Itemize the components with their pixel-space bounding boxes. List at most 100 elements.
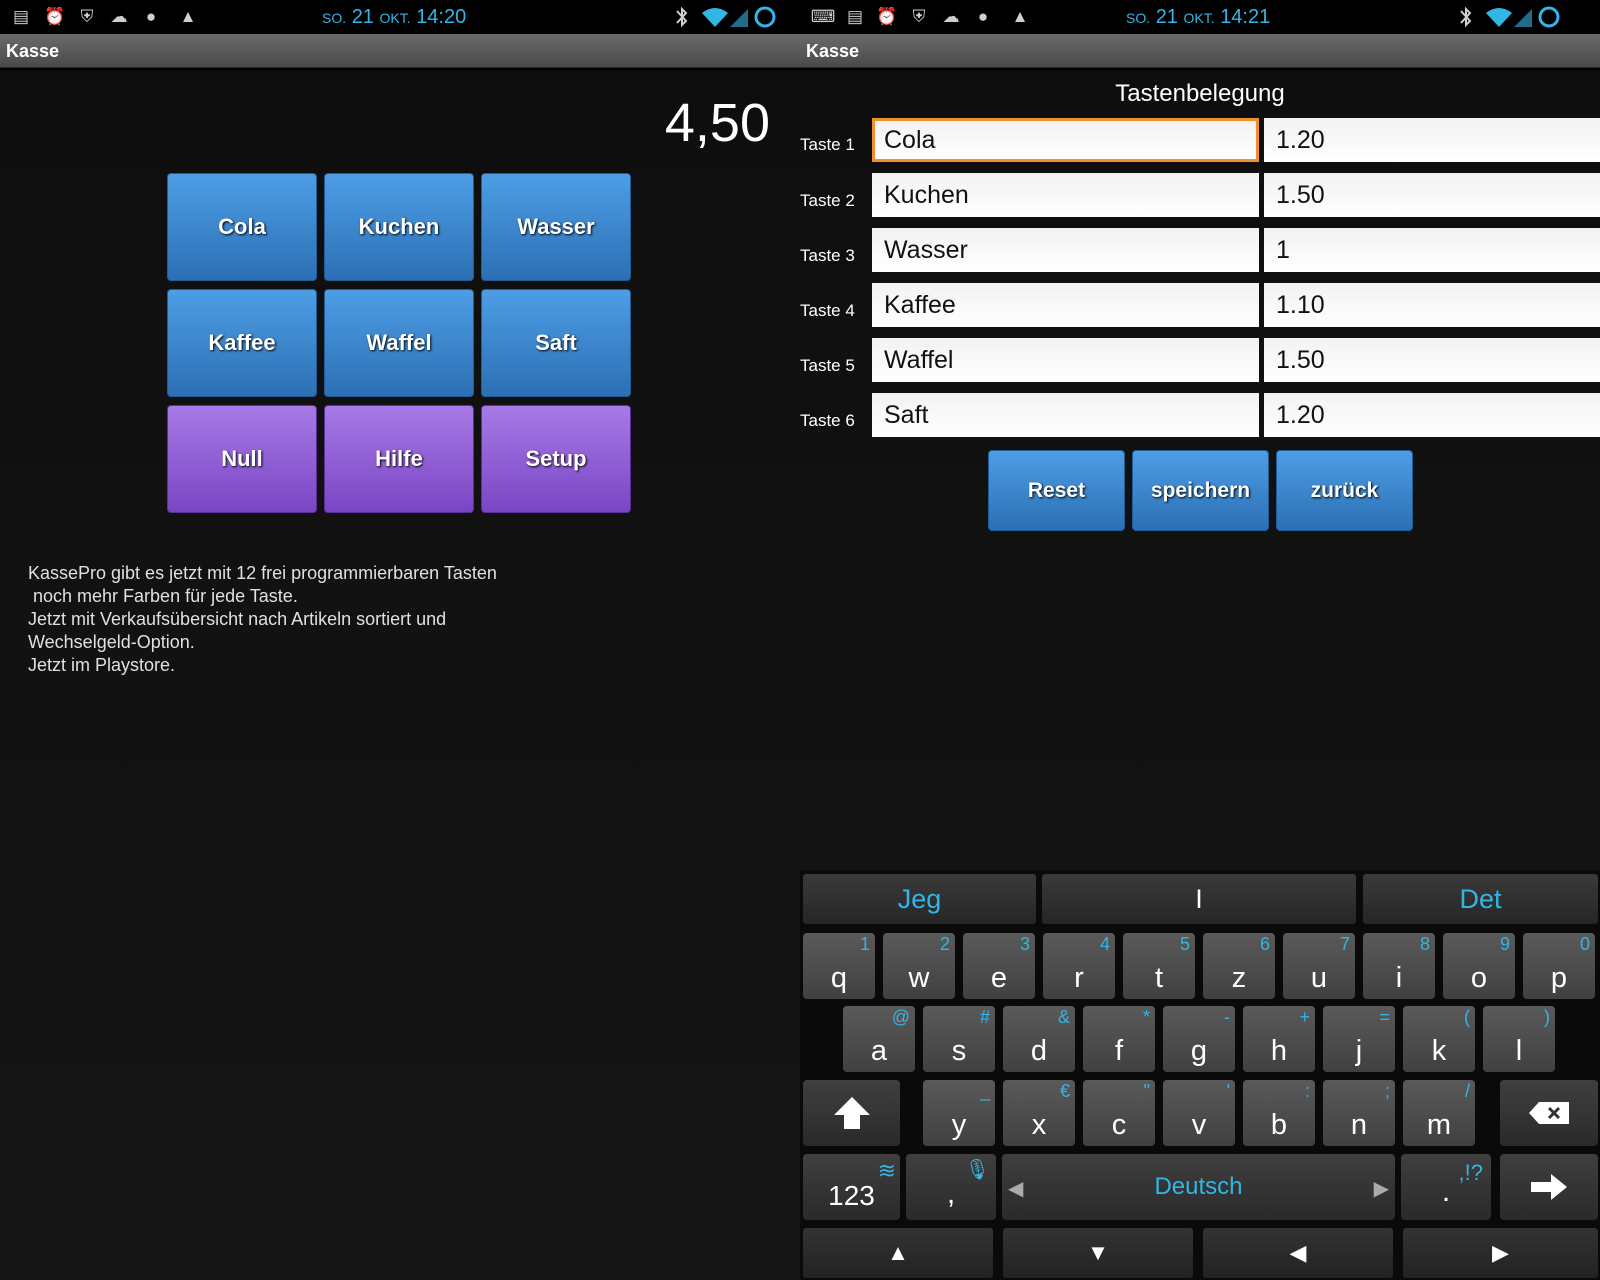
language-label: Deutsch <box>1154 1173 1243 1200</box>
period-key[interactable]: . ,!? <box>1401 1154 1491 1220</box>
key-label: j <box>1355 1035 1363 1067</box>
product-button-kaffee[interactable]: Kaffee <box>167 289 317 397</box>
backspace-key[interactable] <box>1500 1080 1598 1146</box>
backspace-icon <box>1529 1102 1569 1124</box>
product-button-saft[interactable]: Saft <box>481 289 631 397</box>
key-l[interactable]: ) l <box>1483 1006 1555 1072</box>
key-e[interactable]: 3e <box>963 933 1035 999</box>
signal-icon <box>1514 9 1532 27</box>
key-alt-label: ; <box>1384 1081 1390 1101</box>
key-q[interactable]: 1q <box>803 933 875 999</box>
status-datetime: SO. 21 OKT. 14:21 <box>1126 6 1271 28</box>
key-label: m <box>1426 1109 1452 1141</box>
key-label: h <box>1270 1035 1288 1067</box>
comma-key[interactable]: , 🎙 <box>906 1154 996 1220</box>
key-j[interactable]: = j <box>1323 1006 1395 1072</box>
setup-button[interactable]: Setup <box>481 405 631 513</box>
soft-keyboard: Jeg I Det 1q2w3e4r5t6z7u8i9o0p @ a # s & d * f -… <box>800 870 1600 1280</box>
product-button-kuchen[interactable]: Kuchen <box>324 173 474 281</box>
swype-icon: ≋ <box>877 1158 896 1183</box>
key-o[interactable]: 9o <box>1443 933 1515 999</box>
null-button[interactable]: Null <box>167 405 317 513</box>
key-label-3: Taste 3 <box>800 246 855 265</box>
key-t[interactable]: 5t <box>1123 933 1195 999</box>
key-s[interactable]: # s <box>923 1006 995 1072</box>
key-p[interactable]: 0p <box>1523 933 1595 999</box>
key-a[interactable]: @ a <box>843 1006 915 1072</box>
cloud-icon: ☁ <box>110 7 128 26</box>
key-alt-label: 2 <box>939 934 950 954</box>
nav-down-key[interactable]: ▼ <box>1003 1228 1193 1278</box>
key-name-field-2[interactable]: Kuchen <box>872 173 1259 217</box>
main-screen: ▤ ⏰ ⛨ ☁ ● ▲ SO. 21 OKT. 14:20 Kasse 4,50… <box>0 0 800 1280</box>
key-label: s <box>951 1035 967 1067</box>
shift-key[interactable] <box>803 1080 900 1146</box>
notes-icon: ▤ <box>846 7 864 26</box>
enter-key[interactable] <box>1500 1154 1598 1220</box>
key-r[interactable]: 4r <box>1043 933 1115 999</box>
key-c[interactable]: " c <box>1083 1080 1155 1146</box>
arrow-left-icon: ◀ <box>1008 1178 1024 1200</box>
nav-right-key[interactable]: ▶ <box>1403 1228 1598 1278</box>
key-n[interactable]: ; n <box>1323 1080 1395 1146</box>
key-h[interactable]: + h <box>1243 1006 1315 1072</box>
key-z[interactable]: 6z <box>1203 933 1275 999</box>
key-i[interactable]: 8i <box>1363 933 1435 999</box>
key-alt-label: : <box>1304 1081 1310 1101</box>
space-key[interactable]: ◀ Deutsch ▶ <box>1002 1154 1395 1220</box>
key-y[interactable]: _ y <box>923 1080 995 1146</box>
key-name-field-4[interactable]: Kaffee <box>872 283 1259 327</box>
key-label: n <box>1350 1109 1368 1141</box>
product-button-wasser[interactable]: Wasser <box>481 173 631 281</box>
key-alt-label: ) <box>1544 1007 1550 1027</box>
punctuation-hint: ,!? <box>1458 1160 1483 1185</box>
key-alt-label: + <box>1299 1007 1310 1027</box>
key-g[interactable]: -g <box>1163 1006 1235 1072</box>
key-label-5: Taste 5 <box>800 356 855 375</box>
key-price-field-6[interactable]: 1.20 <box>1264 393 1600 437</box>
key-alt-label: & <box>1057 1007 1070 1027</box>
product-button-cola[interactable]: Cola <box>167 173 317 281</box>
key-k[interactable]: (k <box>1403 1006 1475 1072</box>
key-price-field-1[interactable]: 1.20 <box>1264 118 1600 162</box>
nav-left-key[interactable]: ◀ <box>1203 1228 1393 1278</box>
action-bar: Kasse <box>0 34 800 68</box>
key-d[interactable]: & d <box>1003 1006 1075 1072</box>
key-label: a <box>870 1035 888 1067</box>
key-w[interactable]: 2w <box>883 933 955 999</box>
key-u[interactable]: 7u <box>1283 933 1355 999</box>
suggestion-2[interactable]: I <box>1042 874 1356 924</box>
key-label: z <box>1231 962 1247 994</box>
key-name-field-6[interactable]: Saft <box>872 393 1259 437</box>
promo-text: KassePro gibt es jetzt mit 12 frei progr… <box>28 563 497 675</box>
key-price-field-2[interactable]: 1.50 <box>1264 173 1600 217</box>
enter-arrow-icon <box>1531 1174 1567 1200</box>
key-b[interactable]: :b <box>1243 1080 1315 1146</box>
help-button[interactable]: Hilfe <box>324 405 474 513</box>
key-m[interactable]: / m <box>1403 1080 1475 1146</box>
suggestion-1[interactable]: Jeg <box>803 874 1036 924</box>
key-v[interactable]: ' v <box>1163 1080 1235 1146</box>
back-button[interactable]: zurück <box>1276 450 1413 531</box>
key-price-field-3[interactable]: 1 <box>1264 228 1600 272</box>
key-x[interactable]: € x <box>1003 1080 1075 1146</box>
key-alt-label: 8 <box>1419 934 1430 954</box>
numbers-key[interactable]: 123 ≋ <box>803 1154 900 1220</box>
key-alt-label: 6 <box>1259 934 1270 954</box>
nav-up-key[interactable]: ▲ <box>803 1228 993 1278</box>
key-f[interactable]: * f <box>1083 1006 1155 1072</box>
key-name-field-5[interactable]: Waffel <box>872 338 1259 382</box>
key-name-field-1[interactable]: Cola <box>872 118 1259 162</box>
key-label: k <box>1431 1035 1447 1067</box>
save-button[interactable]: speichern <box>1132 450 1269 531</box>
key-price-field-4[interactable]: 1.10 <box>1264 283 1600 327</box>
key-alt-label: ( <box>1464 1007 1470 1027</box>
product-button-waffel[interactable]: Waffel <box>324 289 474 397</box>
left-arrow-icon: ◀ <box>1289 1240 1307 1265</box>
suggestion-3[interactable]: Det <box>1363 874 1598 924</box>
reset-button[interactable]: Reset <box>988 450 1125 531</box>
key-label: r <box>1074 962 1084 994</box>
key-name-field-3[interactable]: Wasser <box>872 228 1259 272</box>
key-price-field-5[interactable]: 1.50 <box>1264 338 1600 382</box>
cloud-icon: ☁ <box>942 7 960 26</box>
